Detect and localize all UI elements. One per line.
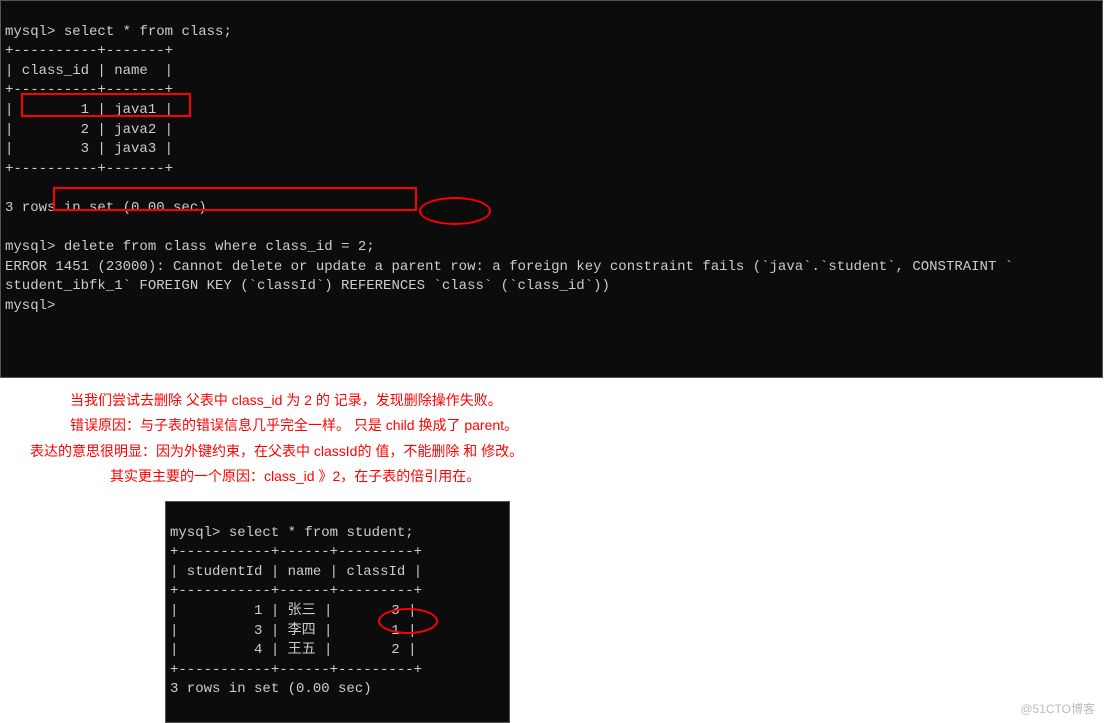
col-class-id: class_id (13, 63, 97, 79)
separator: +----------+-------+ (5, 43, 173, 59)
note-line-2: 错误原因：与子表的错误信息几乎完全一样。 只是 child 换成了 parent… (70, 413, 1105, 438)
prompt: mysql> (5, 24, 55, 40)
error-line2: student_ibfk_1` FOREIGN KEY (`classId`) … (5, 278, 610, 294)
watermark: @51CTO博客 (1020, 700, 1095, 717)
col-studentid: studentId (178, 564, 270, 580)
cell: 李四 (279, 623, 324, 639)
cell: 2 (332, 642, 408, 658)
cell: 1 (178, 603, 270, 619)
error-line1: ERROR 1451 (23000): Cannot delete or upd… (5, 259, 1013, 275)
note-line-3: 表达的意思很明显：因为外键约束，在父表中 classId的 值，不能删除 和 修… (30, 439, 1105, 464)
cell: java3 (106, 141, 165, 157)
separator: +-----------+------+---------+ (170, 544, 422, 560)
rows-message: 3 rows in set (0.00 sec) (5, 200, 207, 216)
cell: 1 (13, 102, 97, 118)
prompt: mysql> (5, 239, 55, 255)
cell: 3 (13, 141, 97, 157)
cell: java1 (106, 102, 165, 118)
note-line-1: 当我们尝试去删除 父表中 class_id 为 2 的 记录，发现删除操作失败。 (70, 388, 1105, 413)
circle-parent (419, 197, 491, 225)
separator: +----------+-------+ (5, 161, 173, 177)
sql-delete-class: delete from class where class_id = 2; (55, 239, 374, 255)
prompt: mysql> (5, 298, 55, 314)
cell: 2 (13, 122, 97, 138)
cell: 1 (332, 623, 408, 639)
cell: 4 (178, 642, 270, 658)
note-line-4: 其实更主要的一个原因：class_id 》2，在子表的倍引用在。 (110, 464, 1105, 489)
col-name: name (106, 63, 165, 79)
cell: 3 (178, 623, 270, 639)
cell: 王五 (279, 642, 324, 658)
terminal-student-query: mysql> select * from student; +---------… (165, 501, 510, 723)
col-name: name (279, 564, 329, 580)
sql-select-class: select * from class; (55, 24, 231, 40)
terminal-class-query: mysql> select * from class; +----------+… (0, 0, 1103, 378)
rows-message: 3 rows in set (0.00 sec) (170, 681, 372, 697)
separator: +-----------+------+---------+ (170, 583, 422, 599)
sql-select-student: select * from student; (220, 525, 413, 541)
separator: +----------+-------+ (5, 82, 173, 98)
prompt: mysql> (170, 525, 220, 541)
col-classid: classId (338, 564, 414, 580)
cell: 张三 (279, 603, 324, 619)
annotation-block: 当我们尝试去删除 父表中 class_id 为 2 的 记录，发现删除操作失败。… (0, 388, 1105, 489)
separator: +-----------+------+---------+ (170, 662, 422, 678)
cell: 3 (332, 603, 408, 619)
cell: java2 (106, 122, 165, 138)
